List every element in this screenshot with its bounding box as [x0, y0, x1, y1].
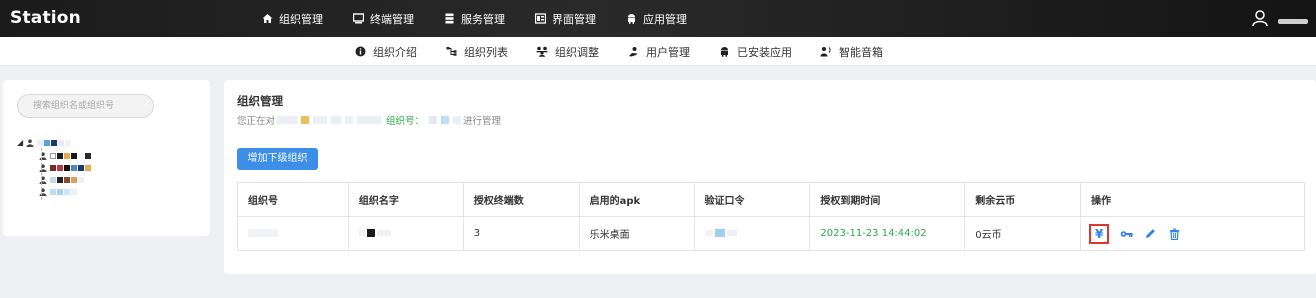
topnav-label: 服务管理	[461, 12, 505, 26]
layout-icon	[535, 13, 546, 24]
person-icon	[26, 138, 34, 147]
subnav-label: 智能音箱	[839, 45, 883, 59]
column-header: 剩余云币	[964, 182, 1082, 217]
expire-time-cell: 2023-11-23 14:44:02	[809, 216, 966, 251]
redacted-value	[248, 229, 278, 237]
subnav-item-list[interactable]: 组织列表	[445, 44, 508, 60]
subnav-item-installed-apps[interactable]: 已安装应用	[718, 44, 792, 60]
page-title: 组织管理	[237, 94, 283, 108]
topnav-label: 终端管理	[370, 12, 414, 26]
info-icon	[354, 46, 366, 58]
subnav-item-users[interactable]: 用户管理	[627, 44, 690, 60]
edit-icon[interactable]	[1143, 227, 1157, 241]
yen-icon[interactable]: ¥	[1089, 223, 1110, 244]
topnav-item-org[interactable]: 组织管理	[262, 11, 323, 27]
apk-cell: 乐米桌面	[578, 216, 695, 251]
org-tree-panel: 搜索组织名或组织号 ◢	[3, 80, 210, 236]
server-icon	[444, 13, 455, 24]
page-subtitle: 您正在对 组织号： 进行管理	[237, 113, 501, 127]
redacted-name	[37, 139, 72, 146]
column-header: 启用的apk	[578, 182, 695, 217]
subtitle-suffix: 进行管理	[463, 116, 502, 127]
subtitle-prefix: 您正在对	[237, 116, 276, 127]
user-icon	[1252, 9, 1270, 27]
actions-cell: ¥	[1080, 216, 1305, 251]
subnav-label: 组织调整	[555, 45, 599, 59]
key-icon[interactable]	[1119, 227, 1133, 241]
table-header-row: 组织号 组织名字 授权终端数 启用的apk 验证口令 授权到期时间 剩余云币 操…	[237, 182, 1305, 217]
app-logo[interactable]: Station	[10, 8, 81, 28]
topnav-item-app[interactable]: 应用管理	[626, 11, 687, 27]
redacted-org-id	[427, 116, 463, 124]
org-tree: ◢	[17, 138, 92, 200]
users-adjust-icon	[536, 46, 548, 58]
tree-root-node[interactable]: ◢	[17, 138, 92, 147]
redacted-org-name	[275, 116, 383, 124]
trash-icon[interactable]	[1167, 227, 1181, 241]
redacted-name	[50, 153, 92, 159]
subnav-item-speaker[interactable]: 智能音箱	[820, 44, 883, 60]
topnav-label: 组织管理	[279, 12, 323, 26]
sub-nav: 组织介绍 组织列表 组织调整 用户管理 已安装应用 智能音箱	[354, 37, 911, 66]
home-icon	[262, 13, 273, 24]
redacted-name	[50, 189, 78, 195]
tree-child-node[interactable]	[39, 162, 92, 174]
user-manage-icon	[627, 46, 639, 58]
redacted-name	[50, 177, 85, 183]
column-header: 组织号	[237, 182, 349, 217]
android-icon	[626, 13, 637, 24]
subnav-item-intro[interactable]: 组织介绍	[354, 44, 417, 60]
redacted-name	[50, 165, 92, 171]
org-name-cell	[347, 216, 464, 251]
row-actions: ¥	[1089, 223, 1304, 244]
subtitle-org-label: 组织号：	[386, 116, 425, 127]
collapse-triangle-icon[interactable]: ◢	[17, 138, 23, 147]
subnav-label: 已安装应用	[737, 45, 792, 59]
subnav-label: 组织列表	[464, 45, 508, 59]
topnav-item-layout[interactable]: 界面管理	[535, 11, 596, 27]
tree-connector-line	[41, 148, 42, 200]
tree-child-node[interactable]	[39, 150, 92, 162]
subnav-label: 用户管理	[646, 45, 690, 59]
org-management-panel: 组织管理 您正在对 组织号： 进行管理 增加下级组织 组织号 组织名字 授权终端…	[224, 80, 1316, 274]
top-nav: 组织管理 终端管理 服务管理 界面管理 应用管理	[262, 0, 717, 37]
table-row: 3 乐米桌面 2023-11-23 14:44:02 0云币 ¥	[237, 216, 1305, 251]
subnav-label: 组织介绍	[373, 45, 417, 59]
user-name-redacted	[1278, 18, 1308, 24]
column-header: 组织名字	[347, 182, 464, 217]
org-search-input[interactable]: 搜索组织名或组织号	[17, 94, 154, 118]
sub-navbar: 组织介绍 组织列表 组织调整 用户管理 已安装应用 智能音箱	[0, 37, 1316, 66]
coins-cell: 0云币	[964, 216, 1082, 251]
org-table: 组织号 组织名字 授权终端数 启用的apk 验证口令 授权到期时间 剩余云币 操…	[237, 182, 1305, 251]
org-id-cell	[237, 216, 349, 251]
top-navbar: Station 组织管理 终端管理 服务管理 界面管理 应用管理	[0, 0, 1316, 37]
user-menu[interactable]	[1252, 9, 1308, 27]
add-sub-org-button[interactable]: 增加下级组织	[237, 148, 318, 170]
terminals-cell: 3	[462, 216, 580, 251]
topnav-item-service[interactable]: 服务管理	[444, 11, 505, 27]
topnav-item-terminal[interactable]: 终端管理	[353, 11, 414, 27]
sitemap-icon	[445, 46, 457, 58]
tree-child-node[interactable]	[39, 186, 92, 198]
column-header: 操作	[1080, 182, 1305, 217]
column-header: 授权到期时间	[809, 182, 966, 217]
redacted-value	[704, 229, 737, 237]
topnav-label: 应用管理	[643, 12, 687, 26]
tree-child-node[interactable]	[39, 174, 92, 186]
column-header: 授权终端数	[462, 182, 580, 217]
redacted-value	[358, 229, 391, 237]
column-header: 验证口令	[693, 182, 811, 217]
speaker-user-icon	[820, 46, 832, 58]
token-cell	[693, 216, 811, 251]
topnav-label: 界面管理	[552, 12, 596, 26]
monitor-icon	[353, 13, 364, 24]
android-icon	[718, 46, 730, 58]
subnav-item-adjust[interactable]: 组织调整	[536, 44, 599, 60]
